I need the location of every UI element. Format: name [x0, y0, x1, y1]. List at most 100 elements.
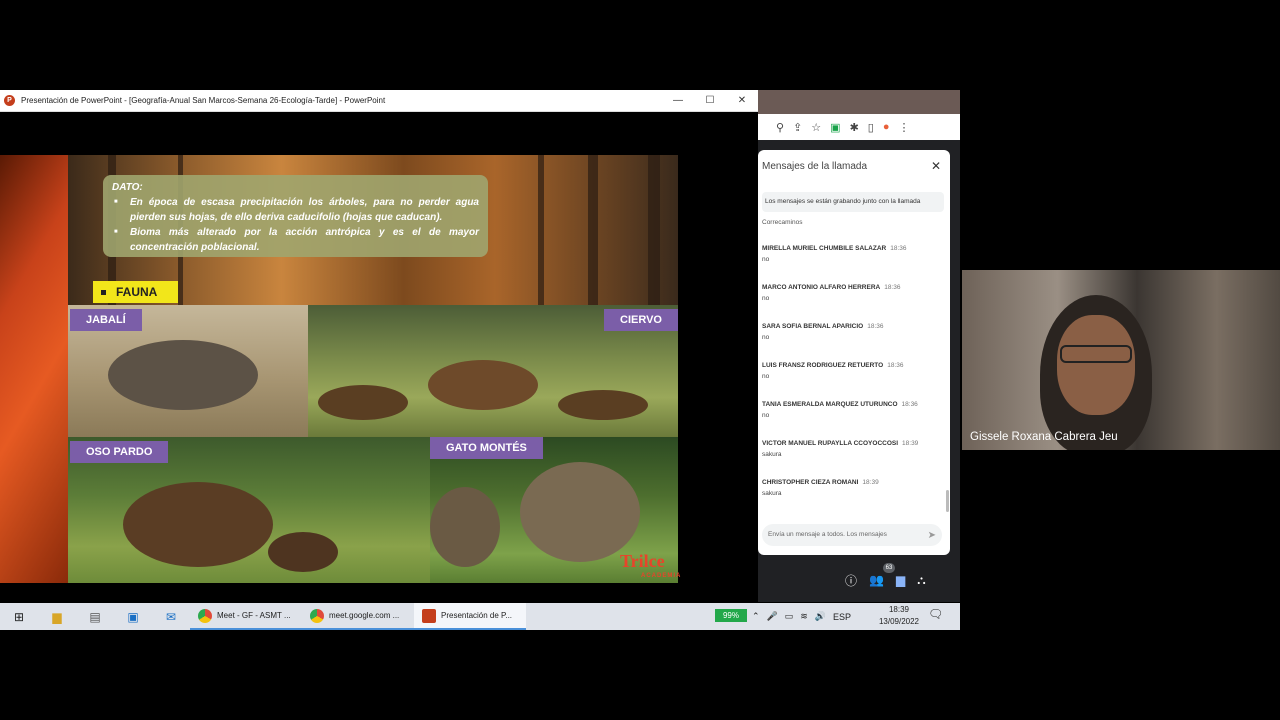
chevron-up-icon[interactable]: ⌃: [752, 611, 760, 622]
notifications-icon[interactable]: 🗨: [928, 607, 943, 621]
chat-message-text: no: [762, 373, 770, 380]
extension-icon[interactable]: ▣: [830, 121, 840, 134]
microphone-icon[interactable]: 🎤: [767, 611, 778, 622]
dato-title: DATO:: [112, 182, 143, 193]
wifi-icon[interactable]: ≋: [800, 611, 808, 622]
taskbar-app-label: Presentación de P...: [441, 611, 513, 620]
bear-label: OSO PARDO: [70, 441, 169, 463]
file-explorer-icon[interactable]: ▆: [38, 610, 76, 624]
participant-glasses: [1060, 345, 1132, 363]
chat-message-text: sakura: [762, 451, 782, 458]
message-time: 18:36: [887, 362, 904, 369]
sender-name: MIRELLA MURIEL CHUMBILE SALAZAR: [762, 245, 887, 252]
window-title: Presentación de PowerPoint - [Geografía-…: [21, 96, 386, 105]
close-icon[interactable]: ✕: [931, 159, 941, 173]
fauna-heading: FAUNA: [93, 281, 178, 303]
powerpoint-icon: [422, 608, 436, 623]
clock-time: 18:39: [888, 605, 910, 614]
chrome-icon: [310, 608, 324, 623]
chat-message-text: Correcaminos: [762, 219, 803, 226]
chat-icon[interactable]: ▆: [896, 573, 905, 587]
calculator-icon[interactable]: ▤: [76, 610, 114, 624]
share-icon[interactable]: ⇪: [793, 121, 802, 134]
mail-icon[interactable]: ✉: [152, 610, 190, 624]
language-indicator[interactable]: ESP: [833, 612, 851, 622]
recording-note: Los mensajes se están grabando junto con…: [762, 192, 944, 212]
profile-avatar[interactable]: ●: [883, 121, 890, 133]
battery-indicator[interactable]: 99%: [715, 609, 747, 622]
store-icon[interactable]: ▣: [114, 610, 152, 624]
activities-icon[interactable]: ⛬: [917, 573, 925, 588]
deer-label: CIERVO: [604, 309, 678, 331]
info-icon[interactable]: ⓘ: [845, 572, 857, 589]
chat-message: SARA SOFIA BERNAL APARICIO 18:36 no: [762, 323, 884, 341]
participant-video-tile[interactable]: Gissele Roxana Cabrera Jeu: [962, 270, 1280, 450]
trilce-logo: Trilce: [620, 551, 665, 571]
clock-date: 13/09/2022: [878, 617, 920, 626]
chat-scrollbar[interactable]: [946, 490, 949, 512]
message-time: 18:39: [902, 440, 919, 447]
chrome-titlebar: [758, 90, 960, 114]
bullet-square-icon: [101, 289, 106, 295]
message-time: 18:36: [867, 323, 884, 330]
sender-name: CHRISTOPHER CIEZA ROMANI: [762, 479, 859, 486]
chat-message-text: sakura: [762, 490, 782, 497]
sender-name: SARA SOFIA BERNAL APARICIO: [762, 323, 864, 330]
chat-message: MARCO ANTONIO ALFARO HERRERA 18:36 no: [762, 284, 900, 302]
message-time: 18:39: [862, 479, 879, 486]
start-menu-icon[interactable]: ⊞: [0, 610, 38, 624]
puzzle-icon[interactable]: ✱: [850, 121, 859, 134]
message-time: 18:36: [890, 245, 907, 252]
menu-icon[interactable]: ⋮: [899, 121, 910, 134]
sender-name: MARCO ANTONIO ALFARO HERRERA: [762, 284, 881, 291]
chat-message-text: no: [762, 256, 770, 263]
dato-item: En época de escasa precipitación los árb…: [112, 195, 479, 225]
taskbar-clock[interactable]: 18:39 13/09/2022: [876, 604, 922, 628]
minimize-button[interactable]: —: [662, 95, 694, 106]
fauna-label: FAUNA: [116, 285, 158, 299]
sender-name: LUIS FRANSZ RODRIGUEZ RETUERTO: [762, 362, 884, 369]
chat-title: Mensajes de la llamada: [762, 161, 868, 172]
zoom-icon[interactable]: ⚲: [776, 121, 784, 134]
maximize-button[interactable]: ☐: [694, 95, 726, 106]
bear-photo: OSO PARDO: [68, 437, 430, 583]
dato-callout: DATO: En época de escasa precipitación l…: [103, 175, 488, 257]
volume-icon[interactable]: 🔊: [815, 611, 826, 622]
slide: DATO: En época de escasa precipitación l…: [68, 155, 678, 583]
chrome-toolbar: ⚲ ⇪ ☆ ▣ ✱ ▯ ● ⋮: [758, 114, 960, 140]
trilce-logo-subtitle: ACADEMIA: [641, 573, 682, 579]
boar-label: JABALÍ: [70, 309, 142, 331]
message-time: 18:36: [884, 284, 901, 291]
taskbar-app-google-meet[interactable]: meet.google.com ...: [302, 603, 414, 630]
dato-item: Bioma más alterado por la acción antrópi…: [112, 225, 479, 255]
people-icon[interactable]: 👥: [869, 573, 884, 587]
bookmark-star-icon[interactable]: ☆: [811, 121, 821, 134]
chrome-icon: [198, 608, 212, 623]
chat-message: TANIA ESMERALDA MARQUEZ UTURUNCO 18:36 no: [762, 401, 918, 419]
wildcat-label: GATO MONTÉS: [430, 437, 543, 459]
participants-count-badge: 63: [883, 563, 895, 573]
chat-message-text: no: [762, 334, 770, 341]
sender-name: TANIA ESMERALDA MARQUEZ UTURUNCO: [762, 401, 898, 408]
chat-message: CHRISTOPHER CIEZA ROMANI 18:39 sakura: [762, 479, 879, 497]
taskbar-app-meet[interactable]: Meet - GF - ASMT ...: [190, 603, 302, 630]
sender-name: VICTOR MANUEL RUPAYLLA CCOYOCCOSI: [762, 440, 899, 447]
close-button[interactable]: ✕: [726, 95, 758, 106]
boar-photo: JABALÍ: [68, 305, 308, 437]
taskbar-app-label: Meet - GF - ASMT ...: [217, 611, 291, 620]
powerpoint-titlebar: P Presentación de PowerPoint - [Geografí…: [0, 90, 758, 112]
participant-name: Gissele Roxana Cabrera Jeu: [970, 431, 1118, 443]
taskbar-app-powerpoint[interactable]: Presentación de P...: [414, 603, 526, 630]
message-time: 18:36: [901, 401, 918, 408]
taskbar-app-label: meet.google.com ...: [329, 611, 400, 620]
powerpoint-app-icon: P: [4, 95, 15, 106]
deer-photo: CIERVO: [308, 305, 678, 437]
send-icon[interactable]: ➤: [928, 530, 936, 541]
system-tray: ⌃ 🎤 ▭ ≋ 🔊 ESP: [752, 603, 872, 630]
meet-controls: ⓘ 👥 ▆ ⛬: [845, 570, 955, 590]
left-decorative-image: [0, 155, 68, 583]
battery-icon[interactable]: ▭: [785, 611, 794, 622]
chat-message-text: no: [762, 295, 770, 302]
chat-message-input[interactable]: Envía un mensaje a todos. Los mensajes: [762, 524, 942, 546]
sidepanel-icon[interactable]: ▯: [868, 121, 874, 134]
